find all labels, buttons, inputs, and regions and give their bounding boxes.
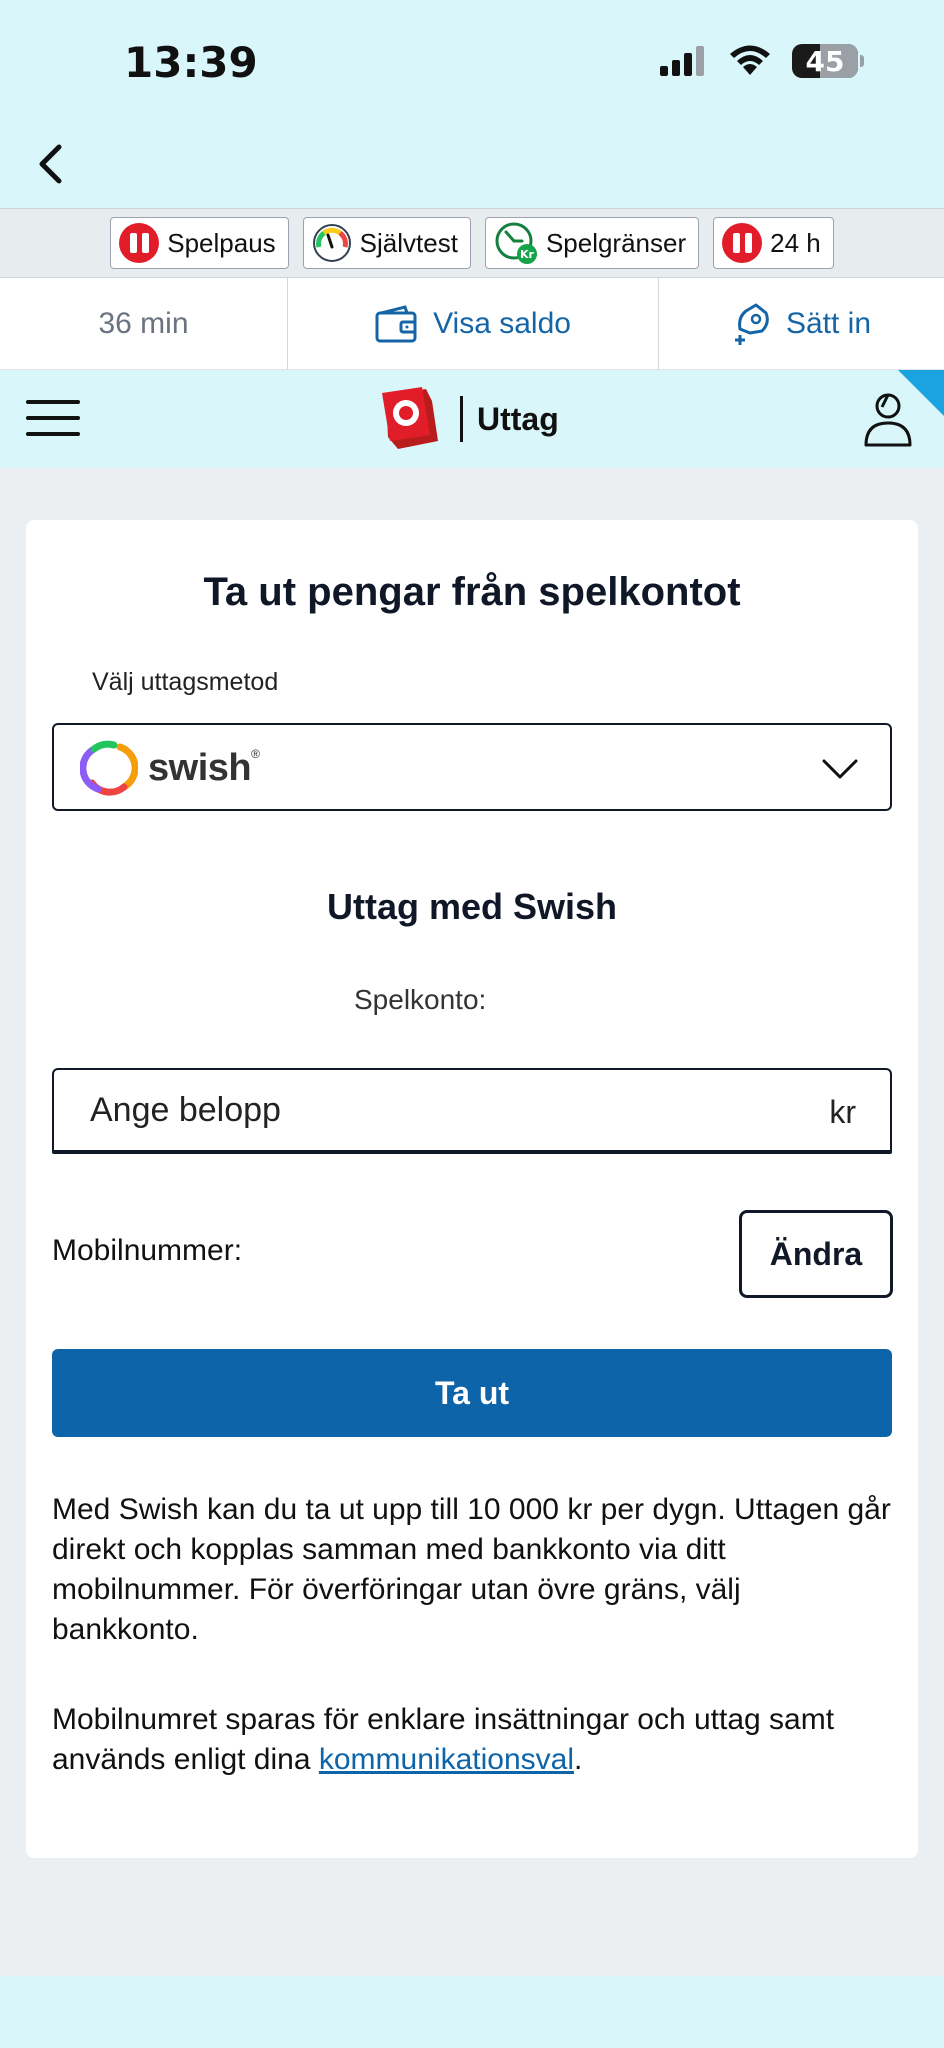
account-info-bar: 36 min Visa saldo Sätt in bbox=[0, 278, 944, 370]
withdrawal-card: Ta ut pengar från spelkontot Välj uttags… bbox=[26, 520, 918, 1858]
show-balance-button[interactable]: Visa saldo bbox=[288, 278, 659, 369]
section-title: Uttag med Swish bbox=[326, 886, 618, 927]
withdrawal-method-select[interactable]: swish® bbox=[52, 723, 892, 811]
spelgranser-button[interactable]: Kr Spelgränser bbox=[484, 217, 700, 269]
limits-clock-icon: Kr bbox=[495, 222, 537, 264]
mobile-number-label: Mobilnummer: bbox=[52, 1234, 243, 1267]
swish-logo: swish® bbox=[80, 739, 260, 797]
gauge-icon bbox=[312, 224, 351, 262]
session-time-label: 36 min bbox=[98, 306, 189, 340]
amount-field[interactable]: kr bbox=[52, 1068, 892, 1154]
spelgranser-label: Spelgränser bbox=[545, 227, 687, 258]
responsible-gaming-bar: Spelpaus Självtest Kr Spelgränser 24 h bbox=[0, 208, 944, 278]
change-mobile-button[interactable]: Ändra bbox=[739, 1210, 893, 1298]
pause-icon bbox=[119, 223, 160, 263]
menu-icon[interactable] bbox=[26, 400, 80, 436]
pause-24h-label: 24 h bbox=[770, 227, 821, 258]
deposit-icon bbox=[734, 303, 769, 345]
spelpaus-button[interactable]: Spelpaus bbox=[110, 217, 289, 269]
card-title: Ta ut pengar från spelkontot bbox=[203, 570, 741, 614]
withdraw-button[interactable]: Ta ut bbox=[52, 1349, 892, 1437]
cellular-signal-icon bbox=[660, 46, 704, 76]
back-button[interactable] bbox=[28, 138, 72, 190]
swish-icon bbox=[80, 740, 138, 796]
selected-method-label: swish® bbox=[148, 746, 260, 789]
show-balance-label: Visa saldo bbox=[433, 306, 571, 340]
brand: Uttag bbox=[376, 386, 559, 452]
communication-preferences-link[interactable]: kommunikationsval bbox=[319, 1743, 574, 1776]
consent-text: Mobilnumret sparas för enklare insättnin… bbox=[52, 1703, 835, 1776]
svg-text:Kr: Kr bbox=[520, 248, 535, 261]
status-icons: 45 bbox=[660, 44, 864, 78]
sjalvtest-button[interactable]: Självtest bbox=[302, 217, 471, 269]
battery-level: 45 bbox=[805, 44, 845, 78]
back-row bbox=[0, 120, 944, 208]
pause-24h-button[interactable]: 24 h bbox=[713, 217, 834, 269]
top-nav: Uttag bbox=[0, 370, 944, 468]
deposit-button[interactable]: Sätt in bbox=[659, 278, 944, 369]
battery-icon: 45 bbox=[792, 44, 858, 78]
wallet-icon bbox=[375, 304, 417, 342]
method-label: Välj uttagsmetod bbox=[92, 668, 279, 696]
amount-input[interactable] bbox=[90, 1070, 730, 1150]
session-timer: 36 min bbox=[0, 278, 288, 369]
currency-suffix: kr bbox=[829, 1094, 856, 1130]
brand-separator bbox=[460, 396, 463, 442]
swish-info-text: Med Swish kan du ta ut upp till 10 000 k… bbox=[52, 1493, 891, 1646]
chevron-left-icon bbox=[39, 144, 62, 184]
deposit-label: Sätt in bbox=[785, 306, 872, 340]
account-label: Spelkonto: bbox=[354, 984, 487, 1015]
spelpaus-label: Spelpaus bbox=[167, 227, 276, 258]
corner-flag bbox=[898, 370, 944, 416]
bottom-safe-area bbox=[0, 1976, 944, 2048]
page-title: Uttag bbox=[477, 400, 559, 437]
wifi-icon bbox=[730, 45, 770, 75]
pause-icon bbox=[722, 223, 763, 263]
status-time: 13:39 bbox=[124, 38, 258, 87]
svenska-spel-logo[interactable] bbox=[376, 387, 446, 451]
status-bar: 13:39 45 bbox=[0, 0, 944, 120]
chevron-down-icon bbox=[822, 759, 858, 779]
sjalvtest-label: Självtest bbox=[359, 227, 458, 258]
